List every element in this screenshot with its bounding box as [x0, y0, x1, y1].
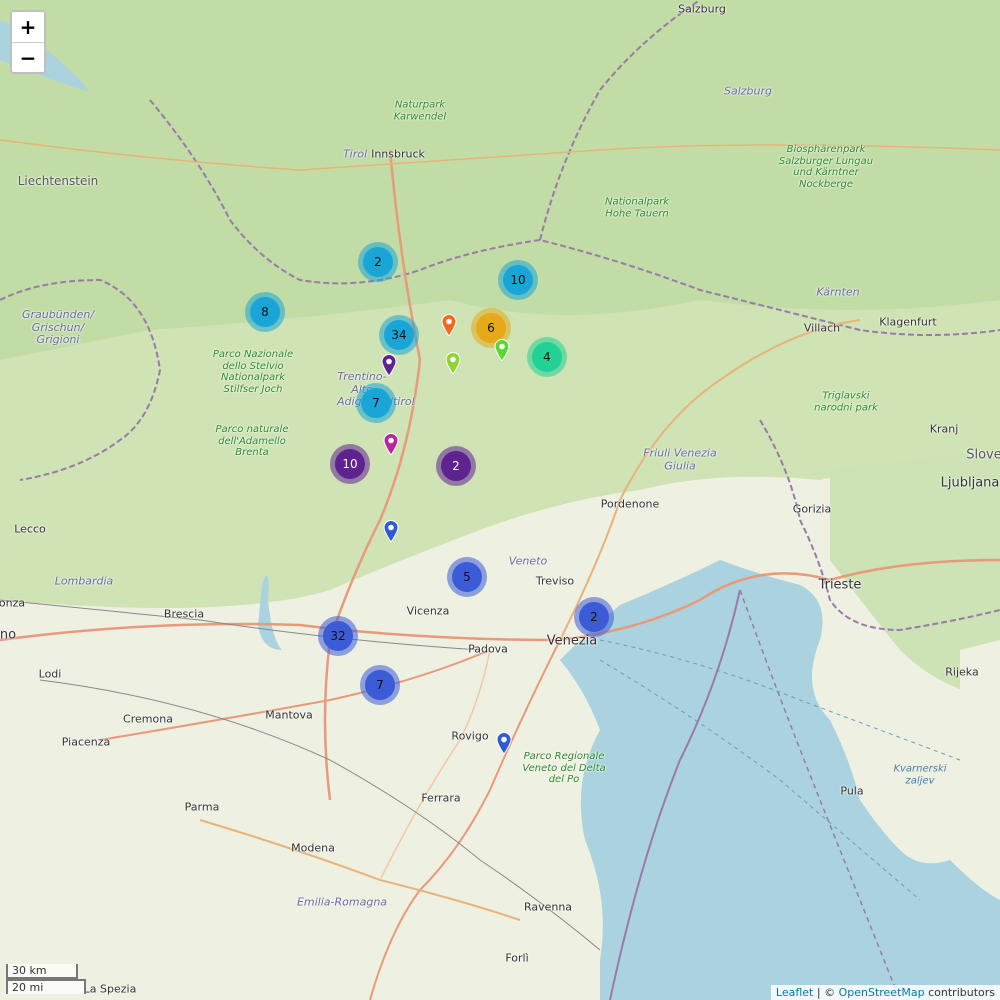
label-trieste: Trieste — [818, 577, 862, 593]
label-triglavski: Triglavski narodni park — [814, 390, 878, 414]
map-pin-icon[interactable] — [381, 354, 397, 376]
attribution-separator: | © — [813, 986, 839, 999]
label-rovigo: Rovigo — [451, 729, 489, 743]
label-milano: no — [0, 627, 17, 643]
attribution-contributors: contributors — [924, 986, 995, 999]
marker-cluster[interactable]: 4 — [527, 337, 567, 377]
openstreetmap-link[interactable]: OpenStreetMap — [839, 986, 925, 999]
label-pordenone: Pordenone — [600, 497, 660, 511]
cluster-count: 2 — [579, 602, 609, 632]
label-parma: Parma — [184, 800, 220, 814]
zoom-control: + − — [10, 10, 46, 74]
label-ljubljana: Ljubljana — [940, 475, 1000, 491]
label-ferrara: Ferrara — [421, 791, 461, 805]
cluster-count: 10 — [335, 449, 365, 479]
label-emilia-romagna: Emilia-Romagna — [296, 895, 388, 909]
label-naturpark-karwendel: Naturpark Karwendel — [393, 99, 447, 123]
map-pin-icon[interactable] — [445, 352, 461, 374]
label-lecco: Lecco — [14, 522, 46, 536]
map-pin-icon[interactable] — [496, 732, 512, 754]
label-cremona: Cremona — [123, 712, 173, 726]
label-tirol: Tirol — [342, 147, 368, 161]
label-veneto: Veneto — [508, 554, 548, 568]
marker-cluster[interactable]: 5 — [447, 557, 487, 597]
leaflet-link[interactable]: Leaflet — [776, 986, 813, 999]
map-pin-icon[interactable] — [441, 314, 457, 336]
label-padova: Padova — [468, 642, 508, 656]
label-parco-delta-po: Parco Regionale Veneto del Delta del Po — [522, 750, 606, 785]
label-slovenija: Slove — [966, 447, 1000, 463]
label-parco-stelvio: Parco Nazionale dello Stelvio Nationalpa… — [212, 349, 294, 395]
marker-cluster[interactable]: 10 — [330, 444, 370, 484]
marker-cluster[interactable]: 7 — [360, 665, 400, 705]
label-parco-adamello: Parco naturale dell'Adamello Brenta — [215, 423, 289, 458]
marker-cluster[interactable]: 10 — [498, 260, 538, 300]
marker-cluster[interactable]: 32 — [318, 616, 358, 656]
cluster-count: 8 — [250, 297, 280, 327]
label-mantova: Mantova — [265, 708, 313, 722]
map-pin-icon[interactable] — [383, 520, 399, 542]
marker-cluster[interactable]: 7 — [356, 383, 396, 423]
cluster-count: 4 — [532, 342, 562, 372]
cluster-count: 10 — [503, 265, 533, 295]
marker-cluster[interactable]: 2 — [436, 446, 476, 486]
cluster-count: 7 — [361, 388, 391, 418]
cluster-count: 2 — [441, 451, 471, 481]
label-salzburg: Salzburg — [678, 2, 726, 16]
label-salzburg-region: Salzburg — [723, 84, 773, 98]
cluster-count: 2 — [363, 247, 393, 277]
map-pin-icon[interactable] — [494, 339, 510, 361]
label-nationalpark-hohe-tauern: Nationalpark Hohe Tauern — [604, 196, 670, 220]
zoom-out-button[interactable]: − — [12, 42, 44, 72]
label-friuli: Friuli Venezia Giulia — [643, 446, 717, 472]
scale-bar: 30 km 20 mi — [6, 964, 86, 994]
attribution: Leaflet | © OpenStreetMap contributors — [770, 985, 1000, 1000]
cluster-count: 34 — [384, 320, 414, 350]
map-pin-icon[interactable] — [383, 433, 399, 455]
marker-cluster[interactable]: 2 — [574, 597, 614, 637]
label-kranj: Kranj — [929, 422, 959, 436]
label-vicenza: Vicenza — [406, 604, 450, 618]
label-modena: Modena — [291, 841, 335, 855]
label-klagenfurt: Klagenfurt — [879, 315, 937, 329]
label-biosphaerenpark: Biosphärenpark Salzburger Lungau und Kär… — [778, 144, 874, 190]
label-forli: Forlì — [505, 951, 529, 965]
label-pula: Pula — [840, 784, 864, 798]
cluster-count: 7 — [365, 670, 395, 700]
label-rijeka: Rijeka — [945, 665, 979, 679]
label-villach: Villach — [803, 321, 841, 335]
scale-mi: 20 mi — [6, 979, 86, 994]
label-lombardia: Lombardia — [54, 574, 114, 588]
cluster-count: 5 — [452, 562, 482, 592]
zoom-in-button[interactable]: + — [12, 12, 44, 42]
marker-cluster[interactable]: 34 — [379, 315, 419, 355]
label-kaernten: Kärnten — [816, 285, 860, 299]
label-la-spezia: La Spezia — [83, 982, 137, 996]
label-ravenna: Ravenna — [523, 900, 573, 914]
label-piacenza: Piacenza — [61, 735, 111, 749]
label-treviso: Treviso — [535, 574, 575, 588]
label-graubuenden: Graubünden/ Grischun/ Grigioni — [21, 308, 95, 347]
cluster-count: 32 — [323, 621, 353, 651]
marker-cluster[interactable]: 2 — [358, 242, 398, 282]
label-lodi: Lodi — [38, 667, 62, 681]
label-gorizia: Gorizia — [792, 502, 832, 516]
label-brescia: Brescia — [163, 607, 205, 621]
map-view[interactable]: Salzburg Salzburg Naturpark Karwendel Ti… — [0, 0, 1000, 1000]
label-liechtenstein: Liechtenstein — [17, 174, 99, 189]
label-innsbruck: Innsbruck — [371, 147, 425, 161]
marker-cluster[interactable]: 8 — [245, 292, 285, 332]
label-kvarnerski: Kvarnerski zaljev — [893, 763, 947, 787]
label-monza: onza — [0, 596, 26, 610]
scale-km: 30 km — [6, 964, 78, 979]
label-venezia: Venezia — [546, 633, 598, 649]
